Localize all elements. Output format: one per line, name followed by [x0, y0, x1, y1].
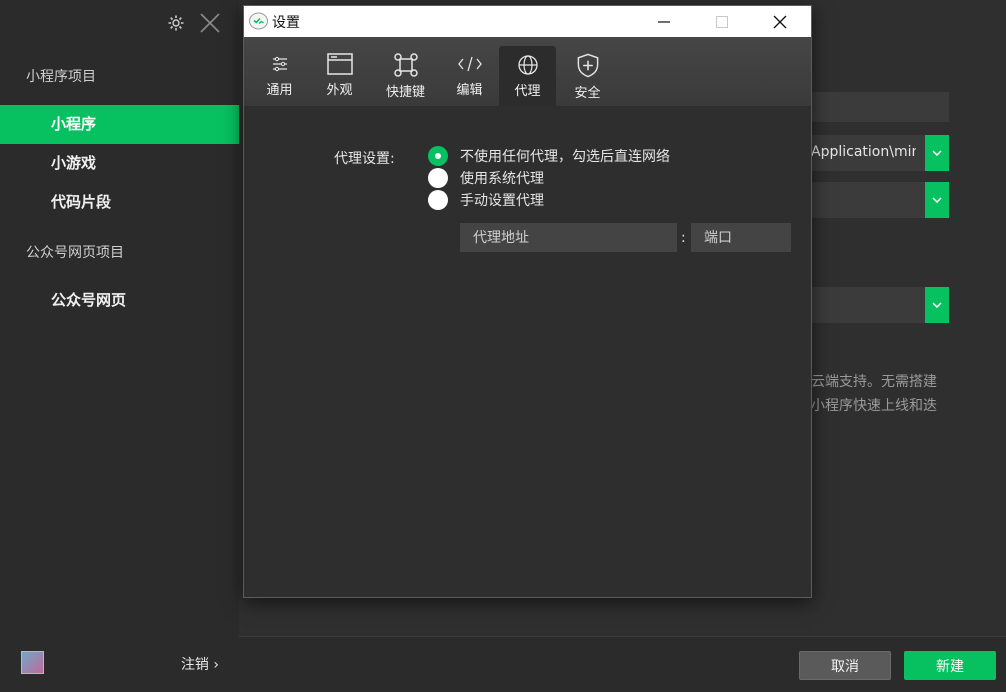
create-button[interactable]: 新建: [904, 651, 996, 680]
radio-checked-icon[interactable]: [428, 146, 448, 166]
radio-no-proxy[interactable]: 不使用任何代理，勾选后直连网络: [428, 146, 670, 166]
appid-field[interactable]: [811, 182, 925, 218]
directory-field[interactable]: Application\mini|: [811, 135, 925, 171]
dialog-titlebar[interactable]: 设置: [244, 6, 811, 37]
tab-general[interactable]: 通用: [251, 45, 308, 101]
logout-label: 注销: [180, 657, 209, 673]
radio-unchecked-icon[interactable]: [428, 190, 448, 210]
chevron-down-icon: [932, 150, 942, 156]
address-port-separator: :: [681, 230, 686, 246]
window-icon: [326, 53, 353, 75]
avatar[interactable]: [21, 651, 44, 674]
radio-system-proxy-label: 使用系统代理: [460, 171, 544, 187]
tab-security[interactable]: 安全: [559, 45, 616, 101]
minimize-button[interactable]: [641, 6, 687, 37]
sidebar-item-snippets[interactable]: 代码片段: [0, 183, 239, 222]
command-icon: [393, 53, 418, 77]
close-icon[interactable]: [199, 12, 221, 38]
code-icon: [457, 56, 482, 72]
cancel-button[interactable]: 取消: [799, 651, 891, 680]
sidebar-footer: 注销 ›: [0, 636, 239, 692]
radio-no-proxy-label: 不使用任何代理，勾选后直连网络: [460, 149, 670, 165]
sidebar-top-actions: [167, 12, 221, 38]
proxy-port-input[interactable]: [691, 223, 791, 252]
description-line-2: 小程序快速上线和迭: [811, 398, 937, 414]
tab-proxy-label: 代理: [514, 84, 541, 99]
description-line-1: 云端支持。无需搭建: [811, 374, 937, 390]
logout-button[interactable]: 注销 ›: [181, 654, 219, 674]
chevron-down-icon: [932, 302, 942, 308]
section-title-mini: 小程序项目: [26, 69, 96, 85]
tab-security-label: 安全: [574, 86, 601, 101]
app-logo-icon: [249, 12, 268, 30]
appid-dropdown-button[interactable]: [925, 182, 949, 218]
sliders-icon: [272, 56, 287, 72]
directory-path-text: Application\mini|: [811, 144, 916, 160]
tab-general-label: 通用: [266, 83, 293, 98]
chevron-down-icon: [932, 197, 942, 203]
globe-icon: [517, 55, 538, 75]
proxy-settings-label: 代理设置:: [334, 151, 395, 167]
radio-manual-proxy[interactable]: 手动设置代理: [428, 190, 544, 210]
maximize-icon: [716, 15, 728, 28]
close-icon: [773, 15, 787, 28]
backend-service-field[interactable]: [811, 287, 925, 323]
tab-appearance[interactable]: 外观: [311, 45, 368, 101]
directory-dropdown-button[interactable]: [925, 135, 949, 171]
proxy-address-input[interactable]: [460, 223, 677, 252]
minimize-icon: [658, 20, 670, 23]
main-footer: 取消 新建: [239, 636, 1006, 692]
sidebar: 小程序项目 小程序 小游戏 代码片段 公众号网页项目 公众号网页 注销 ›: [0, 0, 239, 692]
tab-editor[interactable]: 编辑: [441, 45, 498, 101]
shield-icon: [577, 53, 598, 78]
tab-appearance-label: 外观: [326, 83, 353, 98]
settings-tab-bar: 通用 外观 快捷键 编辑 代理 安全: [244, 37, 811, 106]
settings-dialog: 设置 通用 外观 快捷键 编辑 代理 安全 代理设置: 不使用任何代理，勾选后直…: [243, 5, 812, 598]
gear-icon[interactable]: [167, 14, 185, 36]
project-name-field[interactable]: [811, 92, 949, 122]
backend-dropdown-button[interactable]: [925, 287, 949, 323]
radio-unchecked-icon[interactable]: [428, 168, 448, 188]
tab-proxy[interactable]: 代理: [499, 46, 556, 106]
tab-shortcuts-label: 快捷键: [385, 85, 425, 100]
sidebar-item-minigame[interactable]: 小游戏: [0, 144, 239, 183]
dialog-title: 设置: [272, 15, 300, 31]
section-title-web: 公众号网页项目: [26, 245, 124, 261]
sidebar-item-webpage[interactable]: 公众号网页: [0, 281, 239, 320]
radio-system-proxy[interactable]: 使用系统代理: [428, 168, 544, 188]
chevron-right-icon: ›: [213, 657, 219, 673]
sidebar-item-miniprogram[interactable]: 小程序: [0, 105, 239, 144]
dialog-close-button[interactable]: [757, 6, 803, 37]
maximize-button[interactable]: [699, 6, 745, 37]
tab-editor-label: 编辑: [456, 83, 483, 98]
proxy-settings-panel: 代理设置: 不使用任何代理，勾选后直连网络 使用系统代理 手动设置代理 :: [244, 106, 811, 597]
radio-manual-proxy-label: 手动设置代理: [460, 193, 544, 209]
tab-shortcuts[interactable]: 快捷键: [377, 45, 434, 101]
